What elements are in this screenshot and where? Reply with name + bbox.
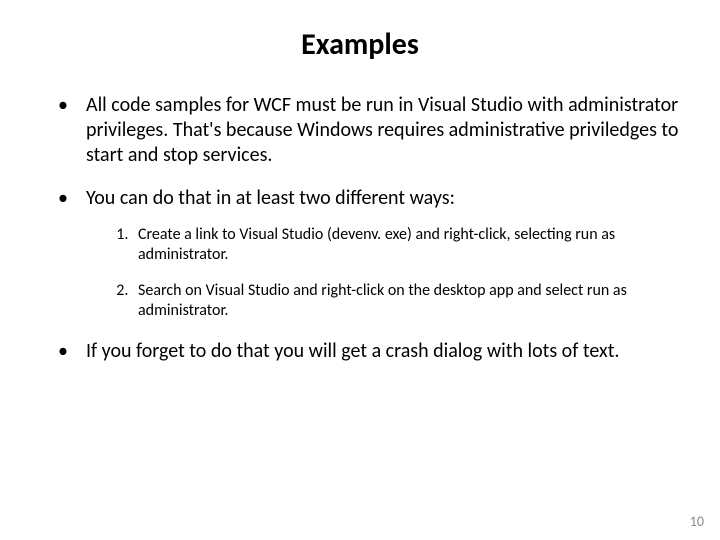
numbered-item: Search on Visual Studio and right-click … — [132, 281, 680, 321]
bullet-item: If you forget to do that you will get a … — [68, 339, 680, 364]
numbered-item: Create a link to Visual Studio (devenv. … — [132, 225, 680, 265]
slide: Examples All code samples for WCF must b… — [0, 0, 720, 540]
bullet-text: You can do that in at least two differen… — [86, 186, 455, 210]
numbered-list: Create a link to Visual Studio (devenv. … — [86, 225, 680, 321]
bullet-list: All code samples for WCF must be run in … — [40, 93, 680, 364]
slide-title: Examples — [40, 26, 680, 63]
bullet-item: All code samples for WCF must be run in … — [68, 93, 680, 168]
bullet-item: You can do that in at least two differen… — [68, 186, 680, 321]
page-number: 10 — [690, 513, 704, 530]
